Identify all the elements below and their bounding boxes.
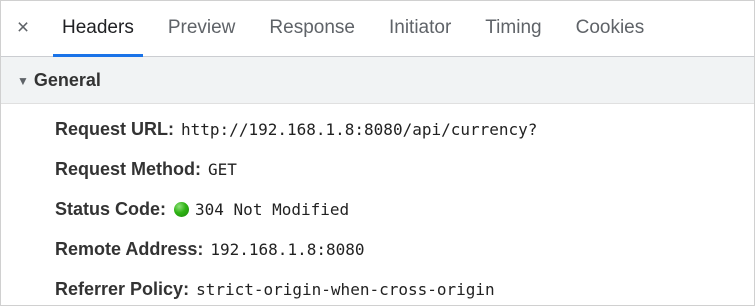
header-value: 304 Not Modified <box>195 199 350 219</box>
general-section-title: General <box>33 69 101 90</box>
header-key: Status Code: <box>55 198 167 219</box>
header-value: strict-origin-when-cross-origin <box>196 279 495 299</box>
tab-preview[interactable]: Preview <box>151 1 253 56</box>
tab-initiator[interactable]: Initiator <box>372 1 468 56</box>
header-key: Remote Address: <box>55 238 204 259</box>
general-section-header[interactable]: ▼ General <box>1 57 754 104</box>
detail-tab-bar: × Headers Preview Response Initiator Tim… <box>1 1 754 57</box>
header-value: GET <box>208 159 237 179</box>
header-value: 192.168.1.8:8080 <box>210 239 365 259</box>
tab-timing[interactable]: Timing <box>468 1 558 56</box>
tab-response[interactable]: Response <box>252 1 372 56</box>
header-value: http://192.168.1.8:8080/api/currency? <box>181 119 538 139</box>
status-ok-dot-icon <box>174 202 190 217</box>
header-row-request-url: Request URL: http://192.168.1.8:8080/api… <box>1 109 754 149</box>
triangle-down-icon: ▼ <box>17 73 29 88</box>
general-rows: Request URL: http://192.168.1.8:8080/api… <box>1 104 754 305</box>
header-key: Referrer Policy: <box>55 278 190 299</box>
tab-cookies[interactable]: Cookies <box>559 1 662 56</box>
header-row-request-method: Request Method: GET <box>1 149 754 189</box>
header-key: Request URL: <box>55 118 175 139</box>
header-row-referrer-policy: Referrer Policy: strict-origin-when-cros… <box>1 269 754 305</box>
devtools-network-detail-panel: × Headers Preview Response Initiator Tim… <box>0 0 755 306</box>
header-key: Request Method: <box>55 158 201 179</box>
header-row-status-code: Status Code: 304 Not Modified <box>1 189 754 229</box>
header-row-remote-address: Remote Address: 192.168.1.8:8080 <box>1 229 754 269</box>
close-icon[interactable]: × <box>1 1 45 56</box>
tab-headers[interactable]: Headers <box>45 1 151 57</box>
